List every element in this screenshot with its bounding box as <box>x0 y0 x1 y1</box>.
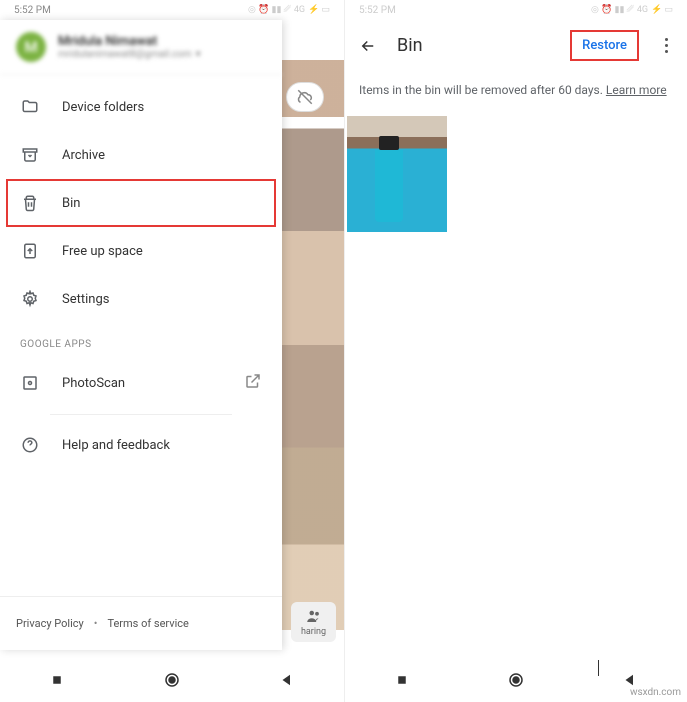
status-icons: ◎ ⏰ ▮▮ ␥ 4G ⚡ ▭ <box>591 5 673 15</box>
menu-label: Help and feedback <box>62 438 170 453</box>
account-email: mridulanimawat8@gmail.com ▾ <box>58 49 266 60</box>
back-arrow-icon[interactable] <box>357 35 379 57</box>
menu-device-folders[interactable]: Device folders <box>0 83 282 131</box>
privacy-link[interactable]: Privacy Policy <box>16 617 84 630</box>
restore-button[interactable]: Restore <box>570 30 639 61</box>
learn-more-link[interactable]: Learn more <box>606 83 667 97</box>
help-icon <box>20 435 40 455</box>
trash-icon <box>20 193 40 213</box>
free-space-icon <box>20 241 40 261</box>
watermark: wsxdn.com <box>630 687 681 698</box>
text-cursor <box>598 660 599 676</box>
divider <box>50 414 232 415</box>
menu-label: Archive <box>62 148 105 163</box>
avatar: M <box>16 32 46 62</box>
menu: Device folders Archive Bin Free up space… <box>0 75 282 477</box>
back-button[interactable] <box>276 669 298 691</box>
right-screen: 5:52 PM ◎ ⏰ ▮▮ ␥ 4G ⚡ ▭ Bin Restore Item… <box>344 0 687 702</box>
menu-label: Free up space <box>62 244 143 259</box>
account-header[interactable]: M Mridula Nimawat mridulanimawat8@gmail.… <box>0 20 282 75</box>
menu-settings[interactable]: Settings <box>0 275 282 323</box>
archive-icon <box>20 145 40 165</box>
statusbar-right: 5:52 PM ◎ ⏰ ▮▮ ␥ 4G ⚡ ▭ <box>345 0 687 20</box>
statusbar-left: 5:52 PM ◎ ⏰ ▮▮ ␥ 4G ⚡ ▭ <box>0 0 344 20</box>
menu-bin[interactable]: Bin <box>6 179 276 227</box>
menu-archive[interactable]: Archive <box>0 131 282 179</box>
photoscan-icon <box>20 373 40 393</box>
sharing-pill[interactable]: haring <box>291 602 336 642</box>
more-menu-button[interactable] <box>657 38 675 53</box>
status-icons: ◎ ⏰ ▮▮ ␥ 4G ⚡ ▭ <box>248 5 330 15</box>
android-navbar-left <box>0 658 344 702</box>
separator-dot: • <box>94 617 98 630</box>
menu-label: Bin <box>62 196 80 211</box>
page-title: Bin <box>397 35 552 56</box>
external-link-icon <box>244 372 262 394</box>
drawer-footer: Privacy Policy • Terms of service <box>0 596 282 650</box>
terms-link[interactable]: Terms of service <box>107 617 188 630</box>
recent-apps-button[interactable] <box>391 669 413 691</box>
home-button[interactable] <box>161 669 183 691</box>
clock: 5:52 PM <box>14 5 51 16</box>
menu-help[interactable]: Help and feedback <box>0 421 282 469</box>
menu-photoscan[interactable]: PhotoScan <box>0 358 282 408</box>
bin-info-text: Items in the bin will be removed after 6… <box>345 71 687 110</box>
home-button[interactable] <box>505 669 527 691</box>
section-google-apps: GOOGLE APPS <box>0 323 282 358</box>
menu-label: Device folders <box>62 100 144 115</box>
menu-free-up-space[interactable]: Free up space <box>0 227 282 275</box>
folder-icon <box>20 97 40 117</box>
account-info: Mridula Nimawat mridulanimawat8@gmail.co… <box>58 34 266 60</box>
sharing-label: haring <box>301 627 326 637</box>
recent-apps-button[interactable] <box>46 669 68 691</box>
cloud-off-icon[interactable] <box>286 82 324 112</box>
account-name: Mridula Nimawat <box>58 34 266 49</box>
clock: 5:52 PM <box>359 5 396 16</box>
menu-label: PhotoScan <box>62 376 125 391</box>
photo-thumbnail[interactable] <box>347 116 447 232</box>
navigation-drawer: M Mridula Nimawat mridulanimawat8@gmail.… <box>0 20 282 650</box>
gear-icon <box>20 289 40 309</box>
left-screen: 5:52 PM ◎ ⏰ ▮▮ ␥ 4G ⚡ ▭ haring M Mridula… <box>0 0 344 702</box>
bin-toolbar: Bin Restore <box>345 20 687 71</box>
menu-label: Settings <box>62 292 109 307</box>
background-photos-strip <box>282 60 344 630</box>
